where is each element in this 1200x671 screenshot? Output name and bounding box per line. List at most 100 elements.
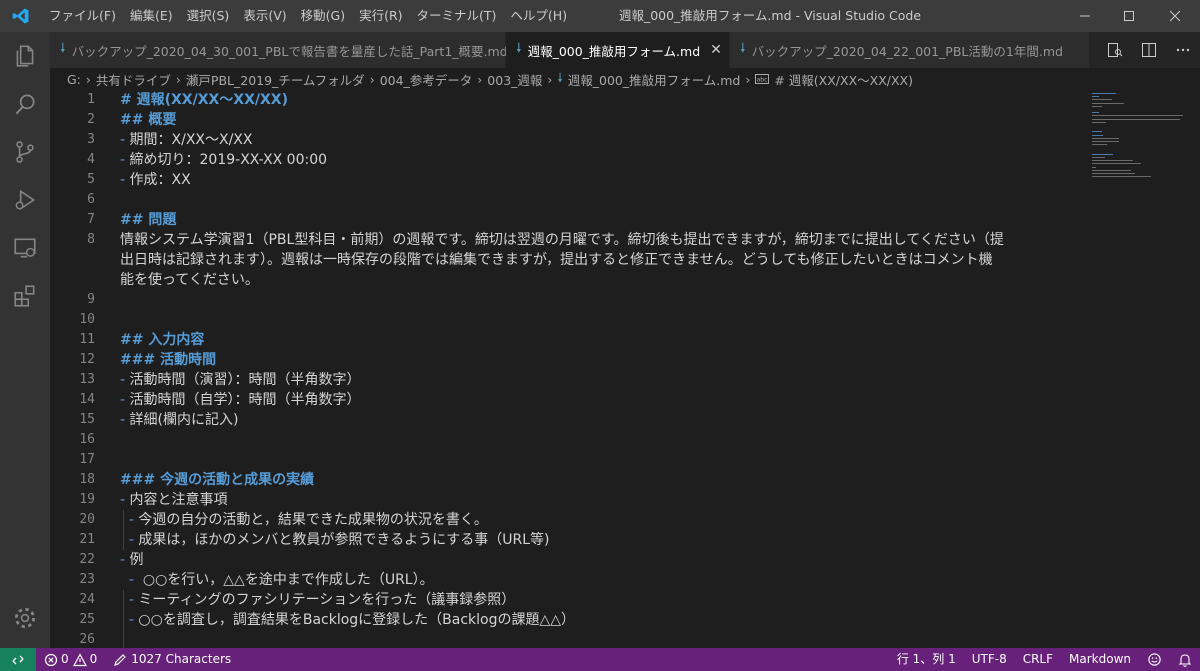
markdown-heading: ### 今週の活動と成果の実績 <box>120 472 315 488</box>
list-bullet: - <box>120 392 130 408</box>
markdown-heading: ### 活動時間 <box>120 352 217 368</box>
editor-line[interactable]: 13 - 活動時間（演習）：時間（半角数字） <box>50 370 1090 390</box>
editor-line[interactable]: 3 - 期間：X/XX〜X/XX <box>50 130 1090 150</box>
editor-line[interactable]: 16 <box>50 430 1090 450</box>
problems-indicator[interactable]: 0 0 <box>36 648 105 671</box>
markdown-heading: ## 入力内容 <box>120 332 205 348</box>
minimap[interactable] <box>1090 90 1186 190</box>
code-text: - 作成：XX <box>120 170 191 190</box>
text-run: 能を使ってください。 <box>120 272 259 288</box>
markdown-file-icon: 🠗 <box>740 41 746 56</box>
indent-guide <box>123 510 124 550</box>
warning-count: 0 <box>89 652 98 666</box>
code-text: - 期間：X/XX〜X/XX <box>120 130 253 150</box>
menu-item[interactable]: ファイル(F) <box>42 0 123 32</box>
code-text: # 週報(XX/XX〜XX/XX) <box>120 90 288 110</box>
breadcrumb-item[interactable]: 003_週報 <box>487 70 542 89</box>
title-bar: ファイル(F) 編集(E) 選択(S) 表示(V) 移動(G) 実行(R) ターミナル(T)… <box>0 0 1200 32</box>
editor-line[interactable]: 8 情報システム学演習1（PBL型科目・前期）の週報です。締切は翌週の月曜です。締… <box>50 230 1090 250</box>
language-mode[interactable]: Markdown <box>1061 648 1139 671</box>
breadcrumb-item[interactable]: 瀬戸PBL_2019_チームフォルダ <box>186 70 365 89</box>
editor-line[interactable]: 20 - 今週の自分の活動と，結果できた成果物の状況を書く。 <box>50 510 1090 530</box>
line-number: 7 <box>87 212 95 227</box>
eol-indicator[interactable]: CRLF <box>1015 648 1061 671</box>
minimize-button[interactable] <box>1062 0 1108 32</box>
editor-line[interactable]: 11 ## 入力内容 <box>50 330 1090 350</box>
close-tab-icon[interactable]: ✕ <box>710 42 722 58</box>
editor-line[interactable]: 25 - ○○を調査し，調査結果をBacklogに登録した（Backlogの課題… <box>50 610 1090 630</box>
editor-line[interactable]: 1 # 週報(XX/XX〜XX/XX) <box>50 90 1090 110</box>
tab-backup-pbl-year[interactable]: 🠗 バックアップ_2020_04_22_001_PBL活動の1年間.md <box>730 32 1090 68</box>
text-run: 例 <box>129 552 144 568</box>
editor[interactable]: 1 # 週報(XX/XX〜XX/XX) 2 ## 概要 3- 期間：X/XX〜X/XX 4… <box>50 90 1200 650</box>
line-number: 23 <box>79 572 95 587</box>
line-number: 9 <box>87 292 95 307</box>
editor-line[interactable]: 9 <box>50 290 1090 310</box>
code-text: ### 活動時間 <box>120 350 216 370</box>
editor-line[interactable]: 7 ## 問題 <box>50 210 1090 230</box>
breadcrumb-item[interactable]: 共有ドライブ <box>96 70 171 89</box>
menu-item[interactable]: ターミナル(T) <box>410 0 504 32</box>
remote-indicator[interactable] <box>0 648 36 671</box>
editor-line[interactable]: 24 - ミーティングのファシリテーションを行った（議事録参照） <box>50 590 1090 610</box>
minimap-line <box>1092 93 1116 94</box>
maximize-button[interactable] <box>1106 0 1152 32</box>
editor-line[interactable]: 14 - 活動時間（自学）：時間（半角数字） <box>50 390 1090 410</box>
encoding-indicator[interactable]: UTF-8 <box>964 648 1015 671</box>
more-actions-icon[interactable] <box>1166 32 1200 68</box>
minimap-line <box>1092 153 1113 155</box>
editor-line[interactable]: 15 - 詳細(欄内に記入) <box>50 410 1090 430</box>
close-window-button[interactable] <box>1152 0 1198 32</box>
editor-line[interactable]: 19 - 内容と注意事項 <box>50 490 1090 510</box>
menu-item[interactable]: 選択(S) <box>180 0 237 32</box>
tab-backup-part1[interactable]: 🠗 バックアップ_2020_04_30_001_PBLで報告書を量産した話_Pa… <box>50 32 508 68</box>
breadcrumb-item[interactable]: 004_参考データ <box>380 70 473 89</box>
editor-line[interactable]: 出日時は記録されます）。週報は一時保存の段階では編集できますが，提出すると修正で… <box>50 250 1090 270</box>
breadcrumb-item[interactable]: G: <box>67 72 81 87</box>
open-preview-icon[interactable] <box>1098 32 1132 68</box>
editor-line[interactable]: 17 <box>50 450 1090 470</box>
editor-line[interactable]: 10 <box>50 310 1090 330</box>
line-number: 16 <box>79 432 95 447</box>
feedback-icon[interactable] <box>1139 652 1170 667</box>
tab-weekly-report-form[interactable]: 🠗 週報_000_推敲用フォーム.md ✕ <box>506 32 730 68</box>
line-number: 14 <box>79 392 95 407</box>
menu-item[interactable]: 表示(V) <box>236 0 293 32</box>
minimap-line <box>1092 105 1102 107</box>
menu-item[interactable]: 編集(E) <box>123 0 180 32</box>
notifications-bell-icon[interactable] <box>1170 653 1200 667</box>
editor-line[interactable]: 4 - 締め切り：2019-XX-XX 00:00 <box>50 150 1090 170</box>
list-bullet: - <box>120 172 130 188</box>
text-run: 活動時間（自学）：時間（半角数字） <box>129 392 361 408</box>
editor-line[interactable]: 能を使ってください。 <box>50 270 1090 290</box>
editor-line[interactable]: 22 - 例 <box>50 550 1090 570</box>
explorer-icon[interactable] <box>0 32 50 80</box>
editor-line[interactable]: 23 - ○○を行い，△△を途中まで作成した（URL）。 <box>50 570 1090 590</box>
editor-line[interactable]: 26 <box>50 630 1090 650</box>
menu-item[interactable]: 移動(G) <box>294 0 352 32</box>
extensions-icon[interactable] <box>0 272 50 320</box>
editor-line[interactable]: 12 ### 活動時間 <box>50 350 1090 370</box>
cursor-position[interactable]: 行 1、列 1 <box>889 648 964 671</box>
breadcrumb-item[interactable]: 週報_000_推敲用フォーム.md <box>568 70 741 89</box>
code-text: - 成果は，ほかのメンバと教員が参照できるようにする事（URL等) <box>120 530 550 550</box>
menu-item[interactable]: 実行(R) <box>352 0 409 32</box>
code-text: - ○○を調査し，調査結果をBacklogに登録した（Backlogの課題△△） <box>120 610 575 630</box>
code-text: ### 今週の活動と成果の実績 <box>120 470 314 490</box>
remote-explorer-icon[interactable] <box>0 224 50 272</box>
editor-line[interactable]: 2 ## 概要 <box>50 110 1090 130</box>
split-editor-icon[interactable] <box>1132 32 1166 68</box>
breadcrumb-item[interactable]: # 週報(XX/XX〜XX/XX) <box>774 70 913 89</box>
editor-line[interactable]: 5 - 作成：XX <box>50 170 1090 190</box>
minimap-line <box>1092 121 1106 123</box>
run-debug-icon[interactable] <box>0 176 50 224</box>
search-icon[interactable] <box>0 80 50 128</box>
editor-line[interactable]: 18 ### 今週の活動と成果の実績 <box>50 470 1090 490</box>
minimap-line <box>1092 173 1136 174</box>
source-control-icon[interactable] <box>0 128 50 176</box>
gear-icon[interactable] <box>0 594 50 642</box>
editor-line[interactable]: 6 <box>50 190 1090 210</box>
editor-line[interactable]: 21 - 成果は，ほかのメンバと教員が参照できるようにする事（URL等) <box>50 530 1090 550</box>
character-count[interactable]: 1027 Characters <box>105 648 239 671</box>
vertical-scrollbar[interactable] <box>1186 90 1200 648</box>
